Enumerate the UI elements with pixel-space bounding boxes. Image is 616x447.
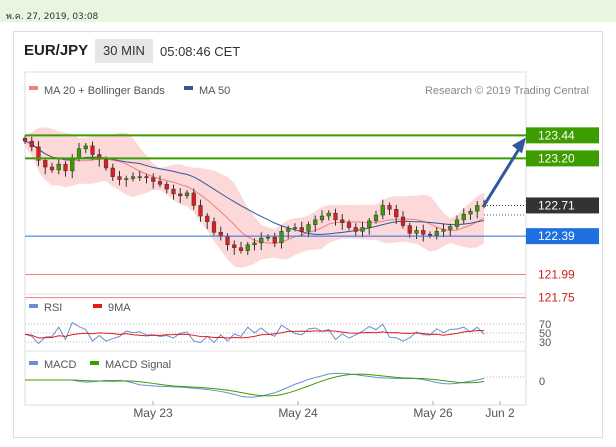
rsi-level-label: 30 xyxy=(539,337,551,349)
candle-body xyxy=(117,176,122,180)
ma20-legend-swatch xyxy=(29,86,38,90)
candle-body xyxy=(137,176,142,178)
candle-body xyxy=(427,233,433,236)
candle-body xyxy=(110,167,115,177)
candle-body xyxy=(306,224,311,232)
candle-body xyxy=(198,205,203,217)
candle-body xyxy=(461,213,466,221)
level-label-resistance: 123.44 xyxy=(538,128,575,142)
candle-body xyxy=(164,184,169,190)
candle-body xyxy=(63,163,68,172)
ma50-legend-swatch xyxy=(184,86,193,90)
candle-body xyxy=(83,145,88,150)
candle-body xyxy=(90,145,95,155)
candle-body xyxy=(441,229,446,232)
x-tick-label: May 24 xyxy=(278,406,318,420)
candle-body xyxy=(76,148,82,159)
ma20-legend-label: MA 20 + Bollinger Bands xyxy=(44,85,165,97)
level-label-pivot: 122.39 xyxy=(538,229,575,243)
macd-signal-line xyxy=(25,373,485,397)
candle-body xyxy=(265,236,271,239)
candle-body xyxy=(171,188,176,195)
candle-body xyxy=(454,219,460,227)
candle-body xyxy=(22,137,28,142)
candle-body xyxy=(380,205,385,216)
candle-body xyxy=(326,212,331,217)
chart-panel: EUR/JPY 30 MIN 05:08:46 CET MA 20 + Boll… xyxy=(13,31,603,438)
candle-body xyxy=(29,140,34,148)
candle-body xyxy=(252,242,257,246)
macd-line xyxy=(25,372,485,398)
candle-body xyxy=(151,177,156,182)
macd-legend-swatch xyxy=(29,361,38,365)
ma50-legend-label: MA 50 xyxy=(199,85,230,97)
date-bar: พ.ค. 27, 2019, 03:08 xyxy=(0,0,616,22)
candle-body xyxy=(225,235,230,246)
candle-body xyxy=(468,210,473,215)
candle-body xyxy=(103,159,109,169)
candle-body xyxy=(421,230,426,235)
candle-body xyxy=(130,176,136,179)
x-tick-label: Jun 2 xyxy=(485,406,515,420)
level-label-support: 121.99 xyxy=(538,268,575,282)
candle-body xyxy=(319,215,325,221)
candle-body xyxy=(205,215,210,223)
candle-body xyxy=(299,227,304,232)
candle-body xyxy=(475,205,480,212)
nine-ma-legend-swatch xyxy=(93,304,102,308)
candle-body xyxy=(144,176,149,178)
candle-body xyxy=(360,227,365,232)
level-label-support: 121.75 xyxy=(538,291,575,305)
x-tick-label: May 26 xyxy=(413,406,453,420)
candle-body xyxy=(184,192,190,197)
candle-body xyxy=(178,193,183,197)
candle-body xyxy=(259,237,264,244)
candle-body xyxy=(211,221,217,233)
candle-body xyxy=(238,247,244,251)
candle-body xyxy=(279,231,284,244)
candle-body xyxy=(346,222,352,228)
candle-body xyxy=(157,181,163,185)
chart-svg: MA 20 + Bollinger Bands MA 50 Research © 2… xyxy=(22,71,599,420)
macd-signal-legend-label: MACD Signal xyxy=(105,359,171,371)
datetime-label: พ.ค. 27, 2019, 03:08 xyxy=(6,12,99,22)
candle-body xyxy=(272,236,277,244)
x-tick-label: May 23 xyxy=(133,406,173,420)
candle-body xyxy=(367,220,372,228)
candle-body xyxy=(448,226,453,230)
candle-body xyxy=(434,231,439,236)
forecast-arrow-shaft xyxy=(482,146,522,207)
candle-body xyxy=(387,205,392,210)
candle-body xyxy=(313,219,318,225)
nine-ma-legend-label: 9MA xyxy=(108,302,131,314)
candle-body xyxy=(407,225,412,234)
macd-legend-label: MACD xyxy=(44,359,76,371)
candle-body xyxy=(286,228,291,232)
candle-body xyxy=(191,192,196,206)
candle-body xyxy=(414,230,419,234)
candle-body xyxy=(245,244,250,251)
credit-label: Research © 2019 Trading Central xyxy=(425,85,589,97)
candle-body xyxy=(340,219,345,223)
macd-zero-label: 0 xyxy=(539,376,545,388)
rsi-legend-label: RSI xyxy=(44,302,62,314)
candle-body xyxy=(43,160,48,168)
candle-body xyxy=(394,209,399,218)
candle-body xyxy=(400,216,406,226)
candle-body xyxy=(353,227,358,232)
rsi-legend-swatch xyxy=(29,304,38,308)
rsi-ma-line xyxy=(24,330,485,339)
candle-body xyxy=(333,212,338,221)
level-label-resistance: 123.20 xyxy=(538,151,575,165)
candle-body xyxy=(373,214,379,222)
candle-body xyxy=(70,158,75,172)
candle-body xyxy=(56,163,61,171)
candle-body xyxy=(232,244,237,248)
macd-signal-legend-swatch xyxy=(90,361,99,365)
candle-body xyxy=(292,227,298,229)
level-label-current: 122.71 xyxy=(538,198,575,212)
candle-body xyxy=(218,232,223,237)
candle-body xyxy=(49,166,55,171)
candle-body xyxy=(124,178,129,180)
